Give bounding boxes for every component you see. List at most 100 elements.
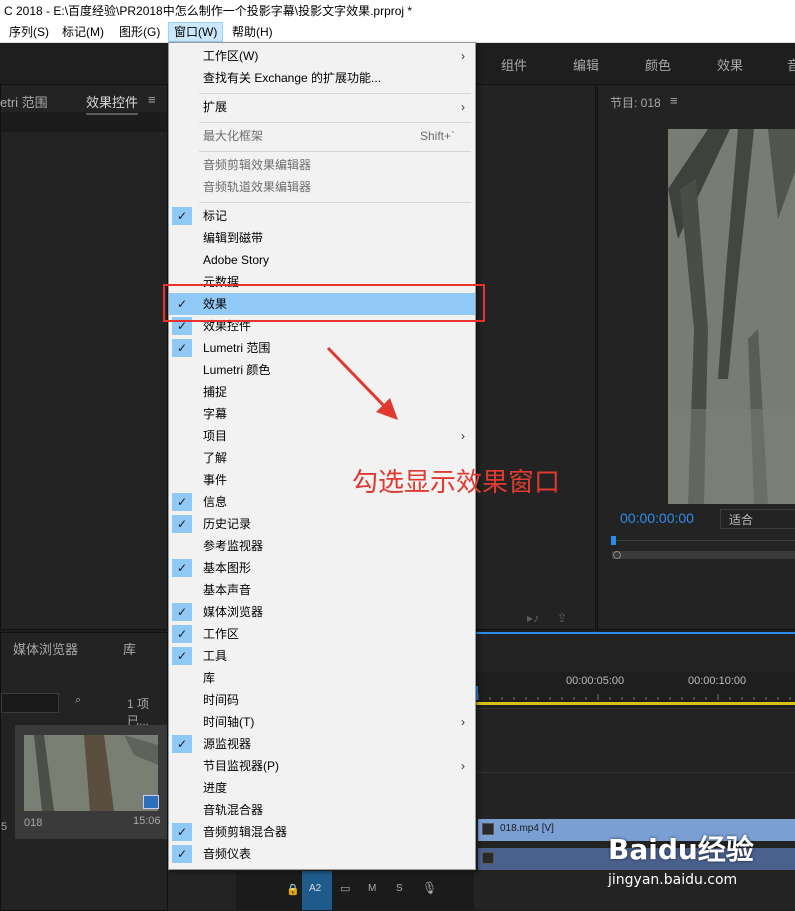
menu-item-media-browser[interactable]: ✓ 媒体浏览器 <box>169 601 475 623</box>
program-menu-icon[interactable]: ≡ <box>670 93 678 108</box>
clip-thumbnail-card[interactable]: 018 15:06 <box>15 725 167 839</box>
workspace-tab-effects[interactable]: 效果 <box>717 55 743 74</box>
side-index: 5 <box>1 821 8 833</box>
menu-item-tools[interactable]: ✓ 工具 <box>169 645 475 667</box>
menu-item-extensions[interactable]: 扩展 › <box>169 96 475 118</box>
checkmark-icon: ✓ <box>172 603 192 621</box>
checkmark-icon: ✓ <box>172 493 192 511</box>
workspace-tab-audio[interactable]: 音 <box>787 55 795 74</box>
timecode-5s: 00:00:05:00 <box>566 675 625 687</box>
clip-name: 018 <box>24 817 43 829</box>
new-search-bin-icon[interactable]: ⌕ <box>75 694 81 707</box>
annotation-arrow-icon <box>326 346 398 420</box>
checkmark-icon: ✓ <box>172 207 192 225</box>
menu-item-audio-track-mixer[interactable]: 音轨混合器 <box>169 799 475 821</box>
solo-icon[interactable]: S <box>396 883 403 894</box>
source-monitor-panel: ▸♪ ⇪ <box>474 84 596 630</box>
lock-icon[interactable]: 🔒 <box>286 883 300 896</box>
items-count: 1 项已... <box>127 697 150 728</box>
menu-item-libraries[interactable]: 库 <box>169 667 475 689</box>
title-bar: C 2018 - E:\百度经验\PR2018中怎么制作一个投影字幕\投影文字效… <box>0 0 795 22</box>
workspace-tab-color[interactable]: 颜色 <box>645 55 671 74</box>
checkmark-icon: ✓ <box>172 735 192 753</box>
fx-badge-icon <box>482 823 494 835</box>
submenu-arrow-icon: › <box>461 429 465 443</box>
menu-item-maximize-frame: 最大化框架 Shift+` <box>203 129 455 143</box>
menu-bar: 序列(S) 标记(M) 图形(G) 窗口(W) 帮助(H) <box>0 22 795 43</box>
clip-badge-icon <box>143 795 159 809</box>
video-frame <box>668 129 795 504</box>
export-frame-icon[interactable]: ⇪ <box>557 611 567 625</box>
menu-item-history[interactable]: ✓ 历史记录 <box>169 513 475 535</box>
menu-item-timecode[interactable]: 时间码 <box>169 689 475 711</box>
menu-marker[interactable]: 标记(M) <box>57 22 109 42</box>
menu-item-workspaces[interactable]: ✓ 工作区 <box>169 623 475 645</box>
watermark-logo: Baidu经验 <box>608 833 754 866</box>
panel-menu-icon[interactable]: ≡ <box>148 92 156 107</box>
checkmark-icon: ✓ <box>172 339 192 357</box>
program-timecode[interactable]: 00:00:00:00 <box>620 510 694 526</box>
effect-controls-panel <box>0 84 168 630</box>
watermark-url: jingyan.baidu.com <box>608 872 738 888</box>
checkmark-icon: ✓ <box>172 625 192 643</box>
timecode-10s: 00:00:10:00 <box>688 675 747 687</box>
checkmark-icon: ✓ <box>172 647 192 665</box>
window-menu: 工作区(W) › 查找有关 Exchange 的扩展功能... 扩展 › 最大化框架… <box>168 42 476 870</box>
workspace-tab-editing[interactable]: 编辑 <box>573 55 599 74</box>
submenu-arrow-icon: › <box>461 100 465 114</box>
menu-item-progress[interactable]: 进度 <box>169 777 475 799</box>
submenu-arrow-icon: › <box>461 759 465 773</box>
timeline-ruler[interactable] <box>474 672 795 708</box>
playhead-marker[interactable] <box>611 536 616 545</box>
program-monitor-panel: 节目: 018 ≡ 00:00:00:00 适合 <box>597 84 795 630</box>
fit-dropdown-value: 适合 <box>729 513 754 527</box>
audio-fx-badge-icon <box>482 852 494 864</box>
scrollbar-handle[interactable] <box>613 551 621 559</box>
menu-item-audio-track-effect-editor: 音频轨道效果编辑器 <box>203 180 312 194</box>
workspace-tab-assembly[interactable]: 组件 <box>501 55 527 74</box>
submenu-arrow-icon: › <box>461 715 465 729</box>
track-target-a2[interactable]: A2 <box>302 871 332 910</box>
track-label: A2 <box>309 883 322 894</box>
menu-item-edit-to-tape[interactable]: 编辑到磁带 <box>169 227 475 249</box>
menu-item-essential-graphics[interactable]: ✓ 基本图形 <box>169 557 475 579</box>
program-monitor-title: 节目: 018 <box>610 96 661 110</box>
audio-track-header: 🔒 A2 ▭ M S 🎙 <box>236 870 474 910</box>
tab-media-browser[interactable]: 媒体浏览器 <box>13 639 78 658</box>
menu-item-adobe-story[interactable]: Adobe Story <box>169 249 475 271</box>
zoom-scrollbar[interactable] <box>612 551 795 559</box>
menu-item-markers[interactable]: ✓ 标记 <box>169 205 475 227</box>
clip-duration: 15:06 <box>133 815 161 827</box>
menu-sequence[interactable]: 序列(S) <box>4 22 54 42</box>
tab-lumetri-scopes[interactable]: etri 范围 <box>0 92 48 111</box>
insert-icon[interactable]: ▸♪ <box>527 611 539 625</box>
menu-item-audio-meters[interactable]: ✓ 音频仪表 <box>169 843 475 865</box>
tab-effect-controls[interactable]: 效果控件 <box>86 92 139 115</box>
menu-graphics[interactable]: 图形(G) <box>114 22 165 42</box>
menu-item-reference-monitor[interactable]: 参考监视器 <box>169 535 475 557</box>
sync-lock-icon[interactable]: ▭ <box>340 882 350 895</box>
tab-libraries[interactable]: 库 <box>123 639 136 658</box>
menu-item-audio-clip-effect-editor: 音频剪辑效果编辑器 <box>203 158 312 172</box>
menu-item-source-monitor[interactable]: ✓ 源监视器 <box>169 733 475 755</box>
checkmark-icon: ✓ <box>172 559 192 577</box>
checkmark-icon: ✓ <box>172 515 192 533</box>
menu-item-timelines[interactable]: 时间轴(T) › <box>169 711 475 733</box>
annotation-text: 勾选显示效果窗口 <box>352 468 561 498</box>
fit-dropdown[interactable]: 适合 <box>720 509 795 529</box>
menu-window[interactable]: 窗口(W) <box>168 22 224 42</box>
menu-item-program-monitor[interactable]: 节目监视器(P) › <box>169 755 475 777</box>
project-panel: 媒体浏览器 库 ⌕ 1 项已... 018 15:06 5 <box>0 632 168 911</box>
submenu-arrow-icon: › <box>461 49 465 63</box>
checkmark-icon: ✓ <box>172 823 192 841</box>
menu-item-essential-sound[interactable]: 基本声音 <box>169 579 475 601</box>
menu-help[interactable]: 帮助(H) <box>227 22 278 42</box>
menu-item-workspace[interactable]: 工作区(W) › <box>169 45 475 67</box>
menu-item-exchange[interactable]: 查找有关 Exchange 的扩展功能... <box>169 67 475 89</box>
project-search-input[interactable] <box>1 693 59 713</box>
microphone-icon[interactable]: 🎙 <box>422 881 437 895</box>
mute-icon[interactable]: M <box>368 883 376 894</box>
window-title: C 2018 - E:\百度经验\PR2018中怎么制作一个投影字幕\投影文字效… <box>4 4 413 18</box>
video-clip-label: 018.mp4 [V] <box>500 823 554 834</box>
menu-item-audio-clip-mixer[interactable]: ✓ 音频剪辑混合器 <box>169 821 475 843</box>
